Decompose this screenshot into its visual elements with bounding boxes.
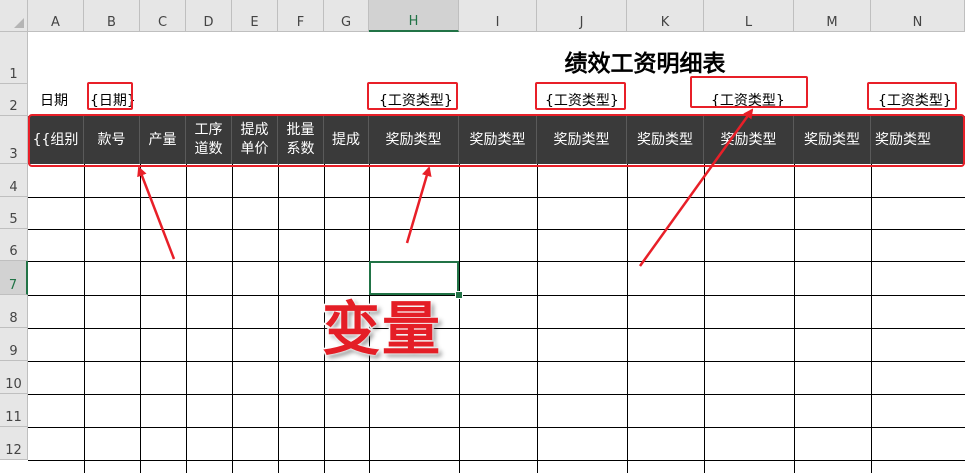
- arrow-to-style-no: [137, 166, 176, 260]
- arrow-to-wage-type: [638, 108, 754, 267]
- arrow-to-reward-type: [405, 166, 432, 244]
- annotation-label-variable: 变量: [320, 294, 443, 365]
- annotation-arrows: [137, 108, 754, 267]
